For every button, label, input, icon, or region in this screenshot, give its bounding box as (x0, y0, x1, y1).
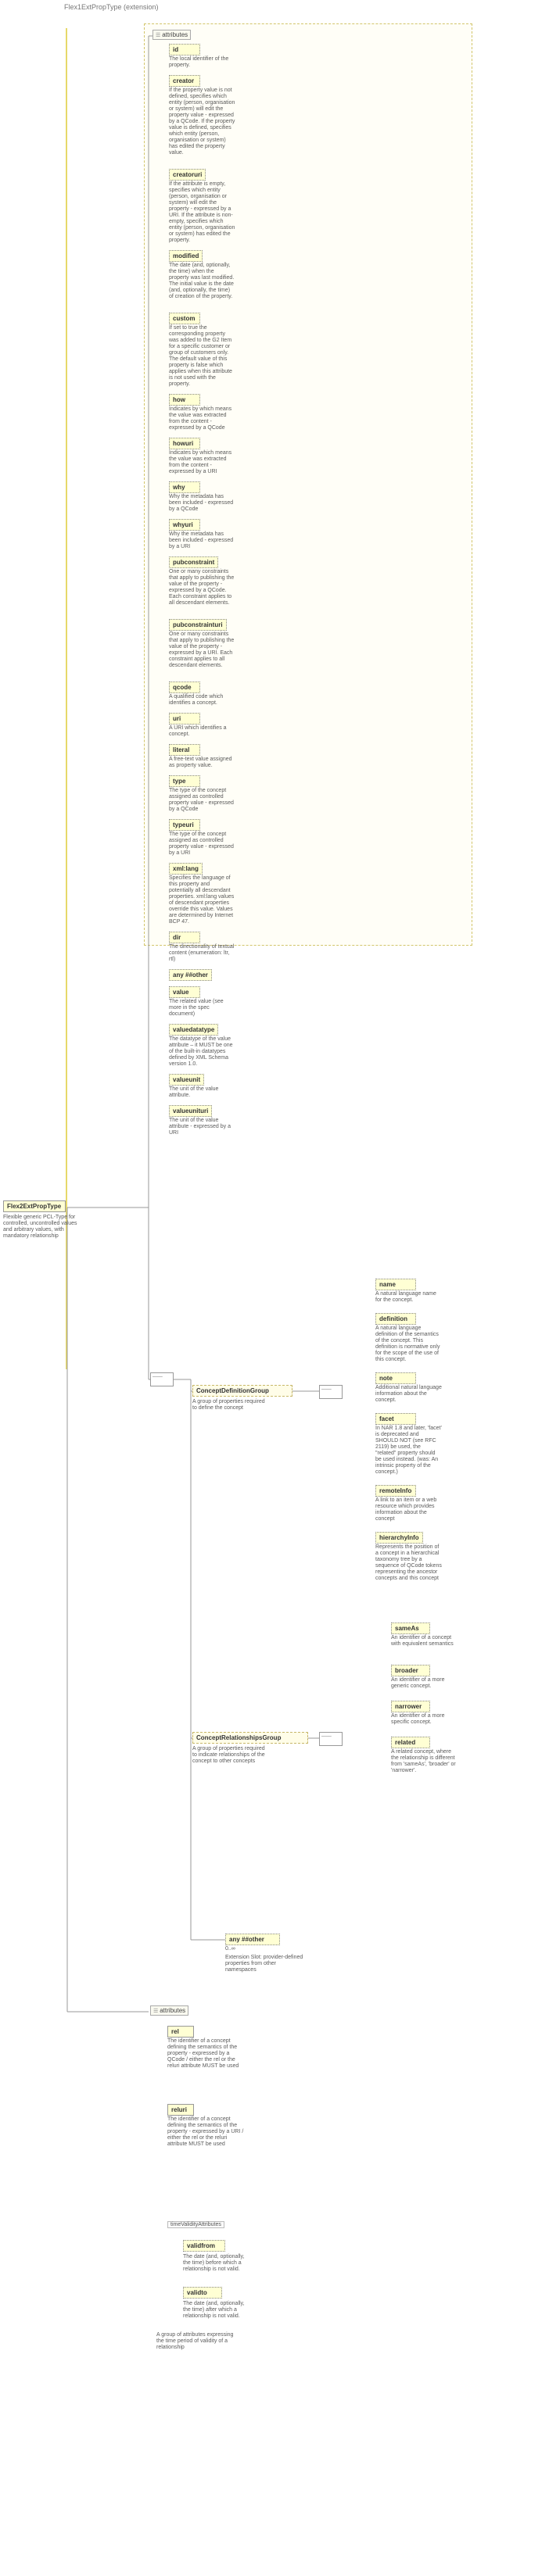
connectors (0, 13, 549, 2357)
extension-header: Flex1ExtPropType (extension) (0, 0, 549, 13)
diagram-canvas: Flex2ExtPropType Flexible generic PCL-Ty… (0, 13, 549, 2576)
